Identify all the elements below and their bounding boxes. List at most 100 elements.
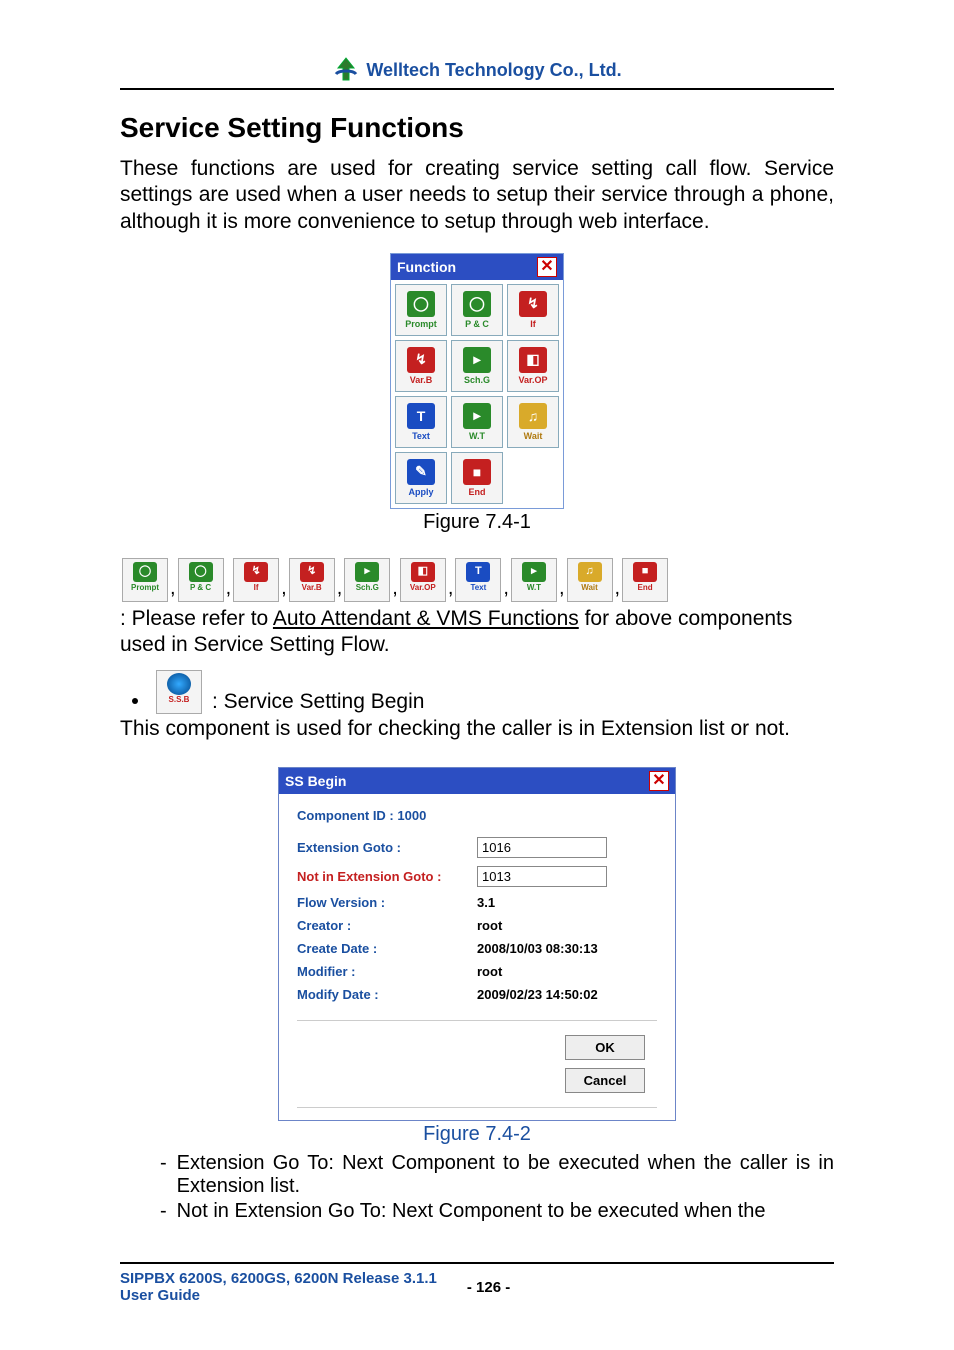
function-item-label: If xyxy=(530,319,536,329)
row-icon-label: P & C xyxy=(190,582,211,593)
row-icon-if: ↯If xyxy=(233,558,279,602)
function-panel-title: Function xyxy=(397,259,456,275)
row-icon-w-t: ▸W.T xyxy=(511,558,557,602)
separator: , xyxy=(170,574,176,602)
wait-icon: ♫ xyxy=(519,403,547,429)
row-create-date: Create Date : 2008/10/03 08:30:13 xyxy=(279,937,675,960)
auto-attendant-link[interactable]: Auto Attendant & VMS Functions xyxy=(273,607,579,630)
value-create-date: 2008/10/03 08:30:13 xyxy=(477,941,598,956)
function-item-var-op[interactable]: ◧Var.OP xyxy=(507,340,559,392)
separator: , xyxy=(337,574,343,602)
close-icon[interactable]: ✕ xyxy=(537,257,557,277)
page-number: - 126 - xyxy=(467,1279,510,1296)
dash-icon: - xyxy=(160,1152,167,1198)
label-modifier: Modifier : xyxy=(297,964,477,979)
company-name: Welltech Technology Co., Ltd. xyxy=(366,60,621,81)
function-item-text[interactable]: TText xyxy=(395,396,447,448)
icon-row: ◯Prompt, ◯P & C, ↯If, ↯Var.B, ▸Sch.G, ◧V… xyxy=(120,558,834,602)
row-icon-label: If xyxy=(254,582,259,593)
ssb-caption: : Service Setting Begin xyxy=(212,690,424,714)
row-flow-version: Flow Version : 3.1 xyxy=(279,891,675,914)
page-footer: SIPPBX 6200S, 6200GS, 6200N Release 3.1.… xyxy=(120,1262,834,1304)
row-modify-date: Modify Date : 2009/02/23 14:50:02 xyxy=(279,983,675,1006)
figure-1-caption: Figure 7.4-1 xyxy=(120,511,834,534)
var-op-icon: ◧ xyxy=(411,562,435,582)
value-flow-version: 3.1 xyxy=(477,895,495,910)
intro-paragraph: These functions are used for creating se… xyxy=(120,156,834,235)
function-item-w-t[interactable]: ▸W.T xyxy=(451,396,503,448)
row-modifier: Modifier : root xyxy=(279,960,675,983)
function-item-p-c[interactable]: ◯ P & C xyxy=(451,284,503,336)
function-item-end[interactable]: ■ End xyxy=(451,452,503,504)
p-c-icon: ◯ xyxy=(463,291,491,317)
function-item-label: Var.B xyxy=(410,375,433,385)
ssb-description: This component is used for checking the … xyxy=(120,716,834,742)
if-icon: ↯ xyxy=(244,562,268,582)
row-icon-label: Wait xyxy=(581,582,598,593)
dialog-title: SS Begin xyxy=(285,773,346,789)
row-icon-prompt: ◯Prompt xyxy=(122,558,168,602)
row-not-ext-goto: Not in Extension Goto : xyxy=(279,862,675,891)
function-item-label: Apply xyxy=(408,487,433,497)
label-ext-goto: Extension Goto : xyxy=(297,840,477,855)
value-modifier: root xyxy=(477,964,502,979)
sch-g-icon: ▸ xyxy=(355,562,379,582)
function-item-var-b[interactable]: ↯ Var.B xyxy=(395,340,447,392)
function-grid: ◯Prompt ◯ P & C ↯ If ↯ Var.B ▸ Sch.G ◧Var.OP TText… xyxy=(391,280,563,508)
dash-item-a: - Extension Go To: Next Component to be … xyxy=(160,1152,834,1198)
row-icon-wait: ♫Wait xyxy=(567,558,613,602)
var-b-icon: ↯ xyxy=(407,347,435,373)
function-item-label: Wait xyxy=(524,431,543,441)
label-create-date: Create Date : xyxy=(297,941,477,956)
prompt-icon: ◯ xyxy=(133,562,157,582)
dialog-button-row: OK Cancel xyxy=(297,1020,657,1108)
apply-icon: ✎ xyxy=(407,459,435,485)
component-id: Component ID : 1000 xyxy=(279,802,675,833)
function-item-apply[interactable]: ✎ Apply xyxy=(395,452,447,504)
dash-text-a: Extension Go To: Next Component to be ex… xyxy=(177,1152,834,1198)
ssb-icon: S.S.B xyxy=(156,670,202,714)
if-icon: ↯ xyxy=(519,291,547,317)
separator: , xyxy=(559,574,565,602)
function-item-label: End xyxy=(469,487,486,497)
row-icon-label: W.T xyxy=(527,582,541,593)
p-c-icon: ◯ xyxy=(189,562,213,582)
page-header: Welltech Technology Co., Ltd. xyxy=(120,56,834,90)
function-item-sch-g[interactable]: ▸ Sch.G xyxy=(451,340,503,392)
footer-left: SIPPBX 6200S, 6200GS, 6200N Release 3.1.… xyxy=(120,1270,437,1304)
ss-begin-dialog: SS Begin ✕ Component ID : 1000 Extension… xyxy=(278,767,676,1121)
section-title: Service Setting Functions xyxy=(120,112,834,144)
function-item-label: Var.OP xyxy=(518,375,547,385)
separator: , xyxy=(392,574,398,602)
ssb-shape-icon xyxy=(167,673,191,695)
input-ext-goto[interactable] xyxy=(477,837,607,858)
dialog-close-icon[interactable]: ✕ xyxy=(649,771,669,791)
function-item-label: P & C xyxy=(465,319,489,329)
row-icon-end: ■End xyxy=(622,558,668,602)
figure-1: Function ✕ ◯Prompt ◯ P & C ↯ If ↯ Var.B ▸ Sch.G ◧… xyxy=(120,253,834,534)
ssb-icon-label: S.S.B xyxy=(169,695,190,704)
dash-text-b: Not in Extension Go To: Next Component t… xyxy=(177,1200,766,1223)
row-icon-sch-g: ▸Sch.G xyxy=(344,558,390,602)
footer-guide: User Guide xyxy=(120,1287,437,1304)
text-icon: T xyxy=(407,403,435,429)
ok-button[interactable]: OK xyxy=(565,1035,645,1060)
function-item-wait[interactable]: ♫ Wait xyxy=(507,396,559,448)
separator: , xyxy=(448,574,454,602)
row-icon-var-b: ↯Var.B xyxy=(289,558,335,602)
row-icon-label: Sch.G xyxy=(356,582,379,593)
label-creator: Creator : xyxy=(297,918,477,933)
input-not-ext-goto[interactable] xyxy=(477,866,607,887)
label-not-ext-goto: Not in Extension Goto : xyxy=(297,869,477,884)
end-icon: ■ xyxy=(463,459,491,485)
function-item-label: Sch.G xyxy=(464,375,490,385)
row-icon-label: Prompt xyxy=(131,582,159,593)
cancel-button[interactable]: Cancel xyxy=(565,1068,645,1093)
function-item-label: W.T xyxy=(469,431,485,441)
row-ext-goto: Extension Goto : xyxy=(279,833,675,862)
sch-g-icon: ▸ xyxy=(463,347,491,373)
function-item-prompt[interactable]: ◯Prompt xyxy=(395,284,447,336)
function-item-if[interactable]: ↯ If xyxy=(507,284,559,336)
end-icon: ■ xyxy=(633,562,657,582)
after-icons-text: : Please refer to Auto Attendant & VMS F… xyxy=(120,606,834,659)
